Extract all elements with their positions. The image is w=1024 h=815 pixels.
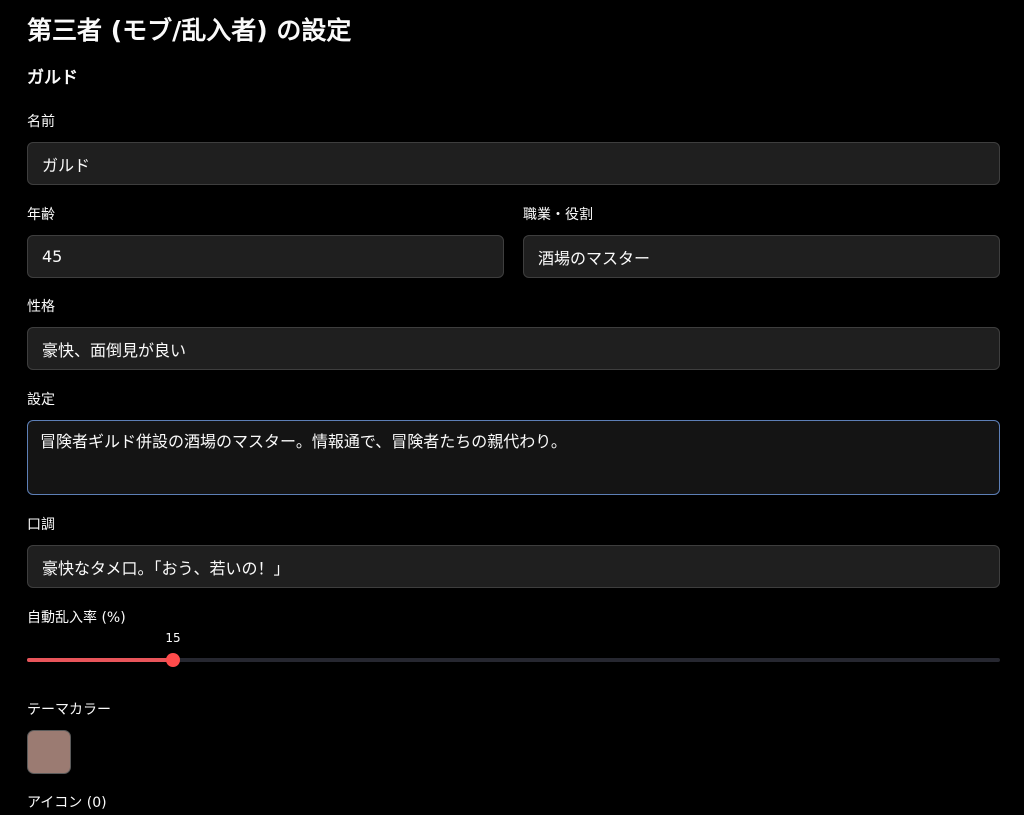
speech-label: 口調	[27, 517, 55, 533]
slider-value: 15	[165, 631, 181, 645]
icon-label: アイコン (0)	[27, 795, 107, 811]
character-section-title: ガルド	[27, 68, 78, 88]
setting-label: 設定	[27, 392, 55, 408]
age-label: 年齢	[27, 207, 55, 223]
auto-intrusion-label: 自動乱入率 (%)	[27, 610, 126, 626]
personality-input[interactable]	[27, 327, 1000, 370]
age-input[interactable]	[27, 235, 504, 278]
name-label: 名前	[27, 114, 55, 130]
role-input[interactable]	[523, 235, 1000, 278]
page-title: 第三者 (モブ/乱入者) の設定	[27, 16, 352, 45]
setting-textarea[interactable]	[27, 420, 1000, 495]
slider-thumb[interactable]	[166, 653, 180, 667]
role-label: 職業・役割	[523, 207, 593, 223]
name-input[interactable]	[27, 142, 1000, 185]
speech-input[interactable]	[27, 545, 1000, 588]
auto-intrusion-slider[interactable]	[27, 650, 1000, 670]
theme-color-swatch[interactable]	[27, 730, 71, 774]
theme-color-label: テーマカラー	[27, 702, 111, 718]
personality-label: 性格	[27, 299, 55, 315]
slider-fill	[27, 658, 173, 662]
